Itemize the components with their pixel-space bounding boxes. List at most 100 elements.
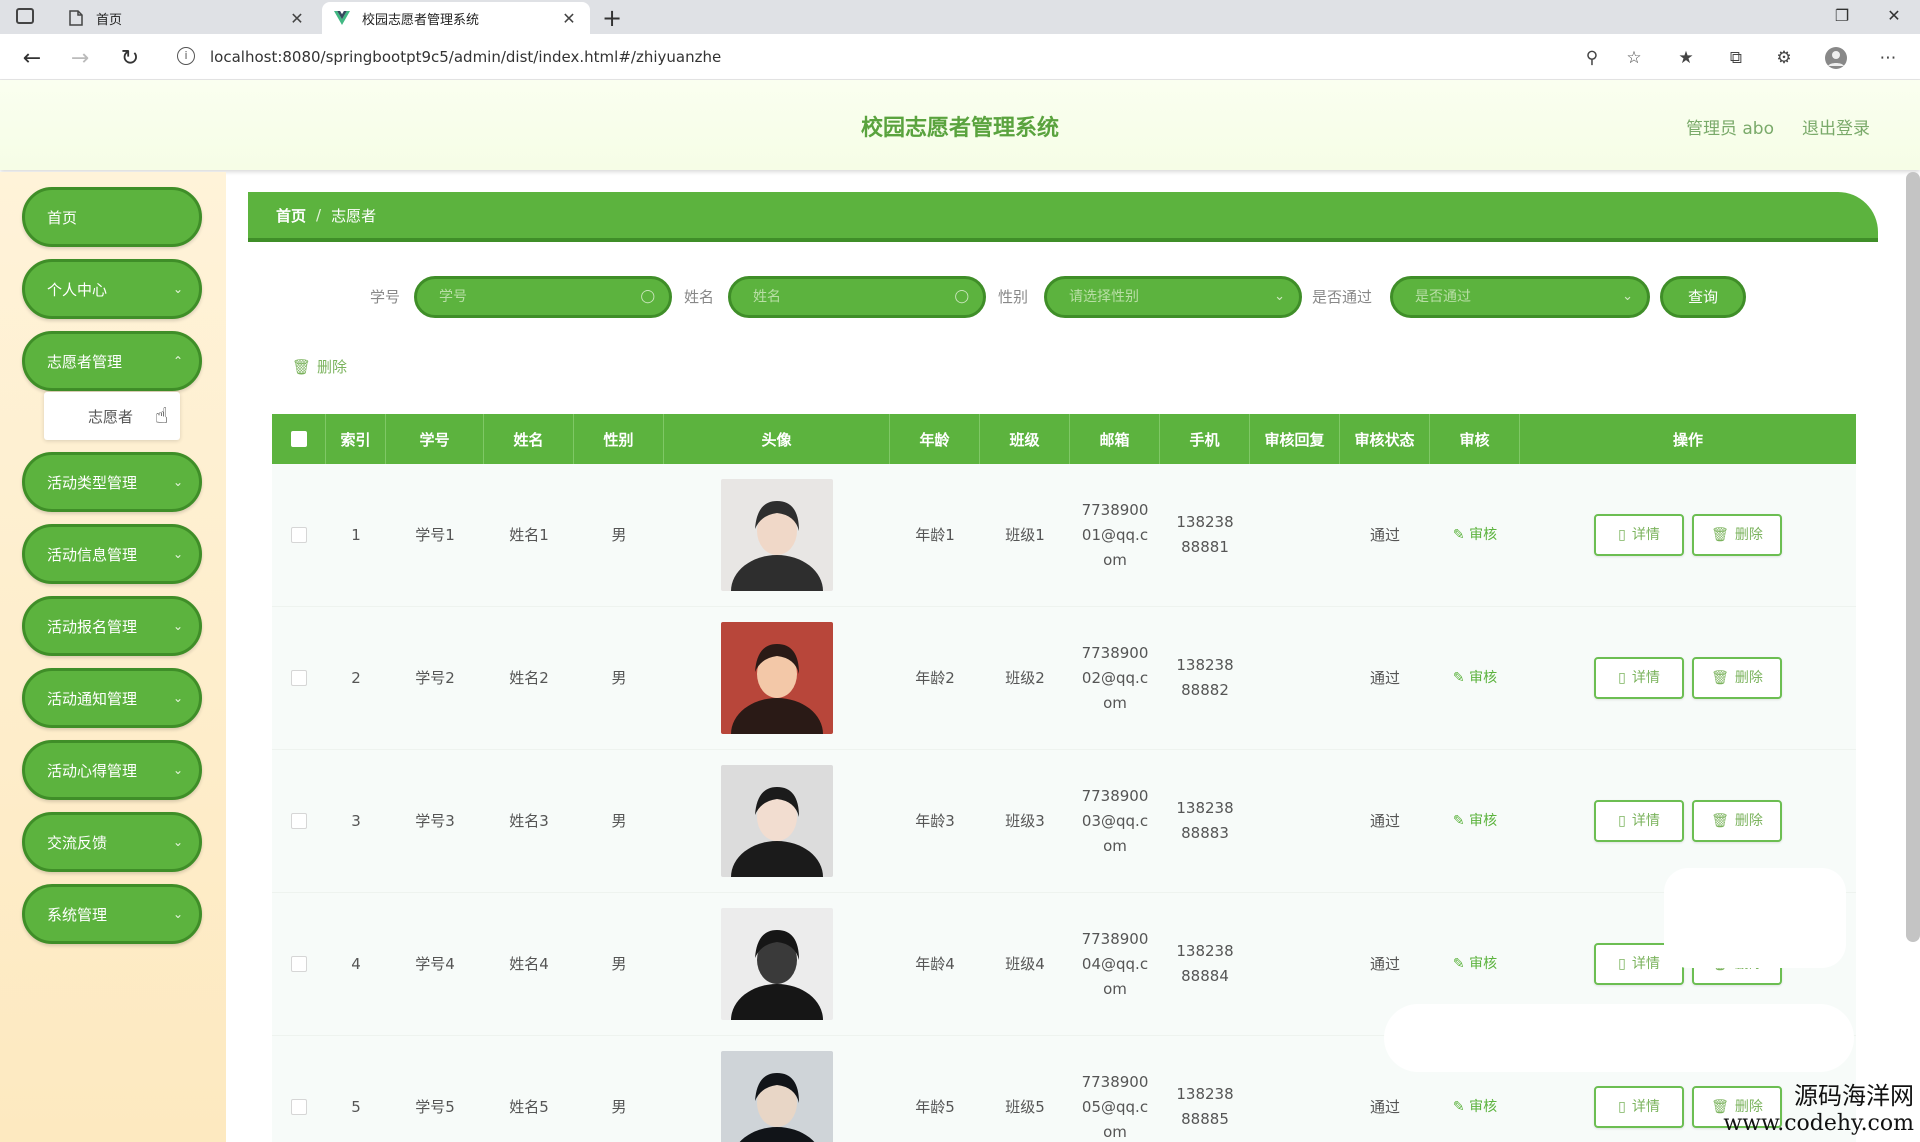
info-icon[interactable]: i xyxy=(177,47,195,65)
reload-icon[interactable]: ↻ xyxy=(116,44,144,72)
extensions-icon[interactable]: ⚙ xyxy=(1772,46,1796,70)
query-button[interactable]: 查询 xyxy=(1660,276,1746,318)
sidebar-item-volunteer-management[interactable]: 志愿者管理 ⌃ xyxy=(22,331,202,391)
audit-label: 审核 xyxy=(1469,669,1498,686)
hand-cursor-icon: ☝ xyxy=(155,404,169,429)
row-select-cell xyxy=(272,893,326,1035)
detail-label: 详情 xyxy=(1631,669,1660,686)
sidebar-item-profile[interactable]: 个人中心 ⌄ xyxy=(22,259,202,319)
gender-label: 性别 xyxy=(998,288,1029,306)
close-icon[interactable]: ✕ xyxy=(288,9,306,28)
sidebar-item-activity-info[interactable]: 活动信息管理 ⌄ xyxy=(22,524,202,584)
sidebar-item-activity-reflections[interactable]: 活动心得管理 ⌄ xyxy=(22,740,202,800)
logout-link[interactable]: 退出登录 xyxy=(1802,114,1870,139)
edit-icon: ✎ xyxy=(1452,1098,1470,1115)
key-icon[interactable]: ⚲ xyxy=(1580,46,1604,70)
audit-link[interactable]: ✎ 审核 xyxy=(1453,952,1497,977)
sidebar-item-feedback[interactable]: 交流反馈 ⌄ xyxy=(22,812,202,872)
sidebar-item-system[interactable]: 系统管理 ⌄ xyxy=(22,884,202,944)
back-icon[interactable]: ← xyxy=(18,44,46,72)
browser-tab-app[interactable]: 校园志愿者管理系统 ✕ xyxy=(322,2,590,34)
submenu-item-label: 志愿者 xyxy=(88,407,134,426)
browser-tab-home[interactable]: 首页 ✕ xyxy=(56,2,318,34)
bulk-delete-label: 删除 xyxy=(317,358,348,376)
gender-select[interactable]: 请选择性别 ⌄ xyxy=(1044,276,1302,318)
browser-tab-bar: 首页 ✕ 校园志愿者管理系统 ✕ + ❐ ✕ xyxy=(0,0,1920,34)
sidebar-item-activity-types[interactable]: 活动类型管理 ⌄ xyxy=(22,452,202,512)
table-header: 索引 学号 姓名 性别 头像 年龄 班级 邮箱 手机 审核回复 审核状态 审核 … xyxy=(272,414,1856,464)
close-icon[interactable]: ✕ xyxy=(560,9,578,28)
collections-icon[interactable]: ⧉ xyxy=(1724,46,1748,70)
add-favorite-icon[interactable]: ☆ xyxy=(1622,46,1646,70)
row-checkbox[interactable] xyxy=(291,670,307,686)
cell-audit-reply xyxy=(1250,464,1340,606)
detail-button[interactable]: ▯ 详情 xyxy=(1594,800,1684,842)
tab-actions-icon[interactable] xyxy=(16,8,34,24)
cell-class: 班级1 xyxy=(1005,525,1045,544)
cell-age: 年龄1 xyxy=(915,525,955,544)
sidebar-item-home[interactable]: 首页 xyxy=(22,187,202,247)
audit-link[interactable]: ✎ 审核 xyxy=(1453,666,1497,691)
cell-gender: 男 xyxy=(611,668,627,687)
select-all-cell xyxy=(272,414,326,464)
row-select-cell xyxy=(272,607,326,749)
row-checkbox[interactable] xyxy=(291,1099,307,1115)
name-input[interactable]: 姓名 ◯ xyxy=(728,276,986,318)
col-name: 姓名 xyxy=(484,414,574,464)
current-user: 管理员 abo xyxy=(1685,119,1774,139)
chevron-down-icon: ⌄ xyxy=(1274,289,1285,304)
passed-select[interactable]: 是否通过 ⌄ xyxy=(1390,276,1650,318)
detail-button[interactable]: ▯ 详情 xyxy=(1594,514,1684,556)
delete-label: 删除 xyxy=(1734,812,1763,829)
cell-avatar xyxy=(664,893,890,1035)
cell-index: 2 xyxy=(351,668,361,687)
delete-button[interactable]: 🗑︎ 删除 xyxy=(1692,800,1782,842)
address-bar[interactable]: localhost:8080/springbootpt9c5/admin/dis… xyxy=(210,45,721,69)
profile-avatar-icon[interactable] xyxy=(1824,46,1848,70)
document-icon: ▯ xyxy=(1618,669,1626,686)
trash-icon: 🗑︎ xyxy=(1711,526,1729,543)
window-close-icon[interactable]: ✕ xyxy=(1882,6,1906,25)
audit-link[interactable]: ✎ 审核 xyxy=(1453,1095,1497,1120)
detail-label: 详情 xyxy=(1631,812,1660,829)
cell-student-id: 学号1 xyxy=(415,525,455,544)
col-index: 索引 xyxy=(326,414,386,464)
cell-age: 年龄3 xyxy=(915,811,955,830)
forward-icon[interactable]: → xyxy=(66,44,94,72)
audit-link[interactable]: ✎ 审核 xyxy=(1453,809,1497,834)
sidebar-item-label: 首页 xyxy=(47,208,78,227)
delete-button[interactable]: 🗑︎ 删除 xyxy=(1692,514,1782,556)
audit-link[interactable]: ✎ 审核 xyxy=(1453,523,1497,548)
cell-operations: ▯ 详情 🗑︎ 删除 xyxy=(1520,464,1856,606)
cell-age: 年龄2 xyxy=(915,668,955,687)
sidebar-item-activity-notices[interactable]: 活动通知管理 ⌄ xyxy=(22,668,202,728)
cell-age: 年龄4 xyxy=(915,954,955,973)
bulk-delete-button[interactable]: 🗑︎ 删除 xyxy=(292,356,347,377)
window-restore-icon[interactable]: ❐ xyxy=(1830,6,1854,25)
row-checkbox[interactable] xyxy=(291,527,307,543)
more-icon[interactable]: ⋯ xyxy=(1876,46,1900,70)
cell-audit-reply xyxy=(1250,1036,1340,1142)
sidebar-item-label: 交流反馈 xyxy=(47,833,108,852)
delete-button[interactable]: 🗑︎ 删除 xyxy=(1692,657,1782,699)
cell-index: 4 xyxy=(351,954,361,973)
student-id-input[interactable]: 学号 ◯ xyxy=(414,276,672,318)
cell-audit-status: 通过 xyxy=(1369,811,1400,830)
col-audit-status: 审核状态 xyxy=(1340,414,1430,464)
breadcrumb-home[interactable]: 首页 xyxy=(276,205,306,226)
detail-button[interactable]: ▯ 详情 xyxy=(1594,657,1684,699)
detail-button[interactable]: ▯ 详情 xyxy=(1594,1086,1684,1128)
page-scrollbar[interactable] xyxy=(1906,172,1920,942)
row-checkbox[interactable] xyxy=(291,956,307,972)
favorites-icon[interactable]: ★ xyxy=(1674,46,1698,70)
sidebar-item-activity-signup[interactable]: 活动报名管理 ⌄ xyxy=(22,596,202,656)
delete-label: 删除 xyxy=(1734,669,1763,686)
cell-class: 班级5 xyxy=(1005,1097,1045,1116)
select-all-checkbox[interactable] xyxy=(290,431,307,447)
row-select-cell xyxy=(272,1036,326,1142)
cell-audit-reply xyxy=(1250,750,1340,892)
col-operations: 操作 xyxy=(1672,430,1703,449)
new-tab-icon[interactable]: + xyxy=(598,4,626,32)
row-checkbox[interactable] xyxy=(291,813,307,829)
table-row: 1 学号1 姓名1 男 年龄1 班级1 773890001@qq.com 138238888… xyxy=(272,464,1856,607)
